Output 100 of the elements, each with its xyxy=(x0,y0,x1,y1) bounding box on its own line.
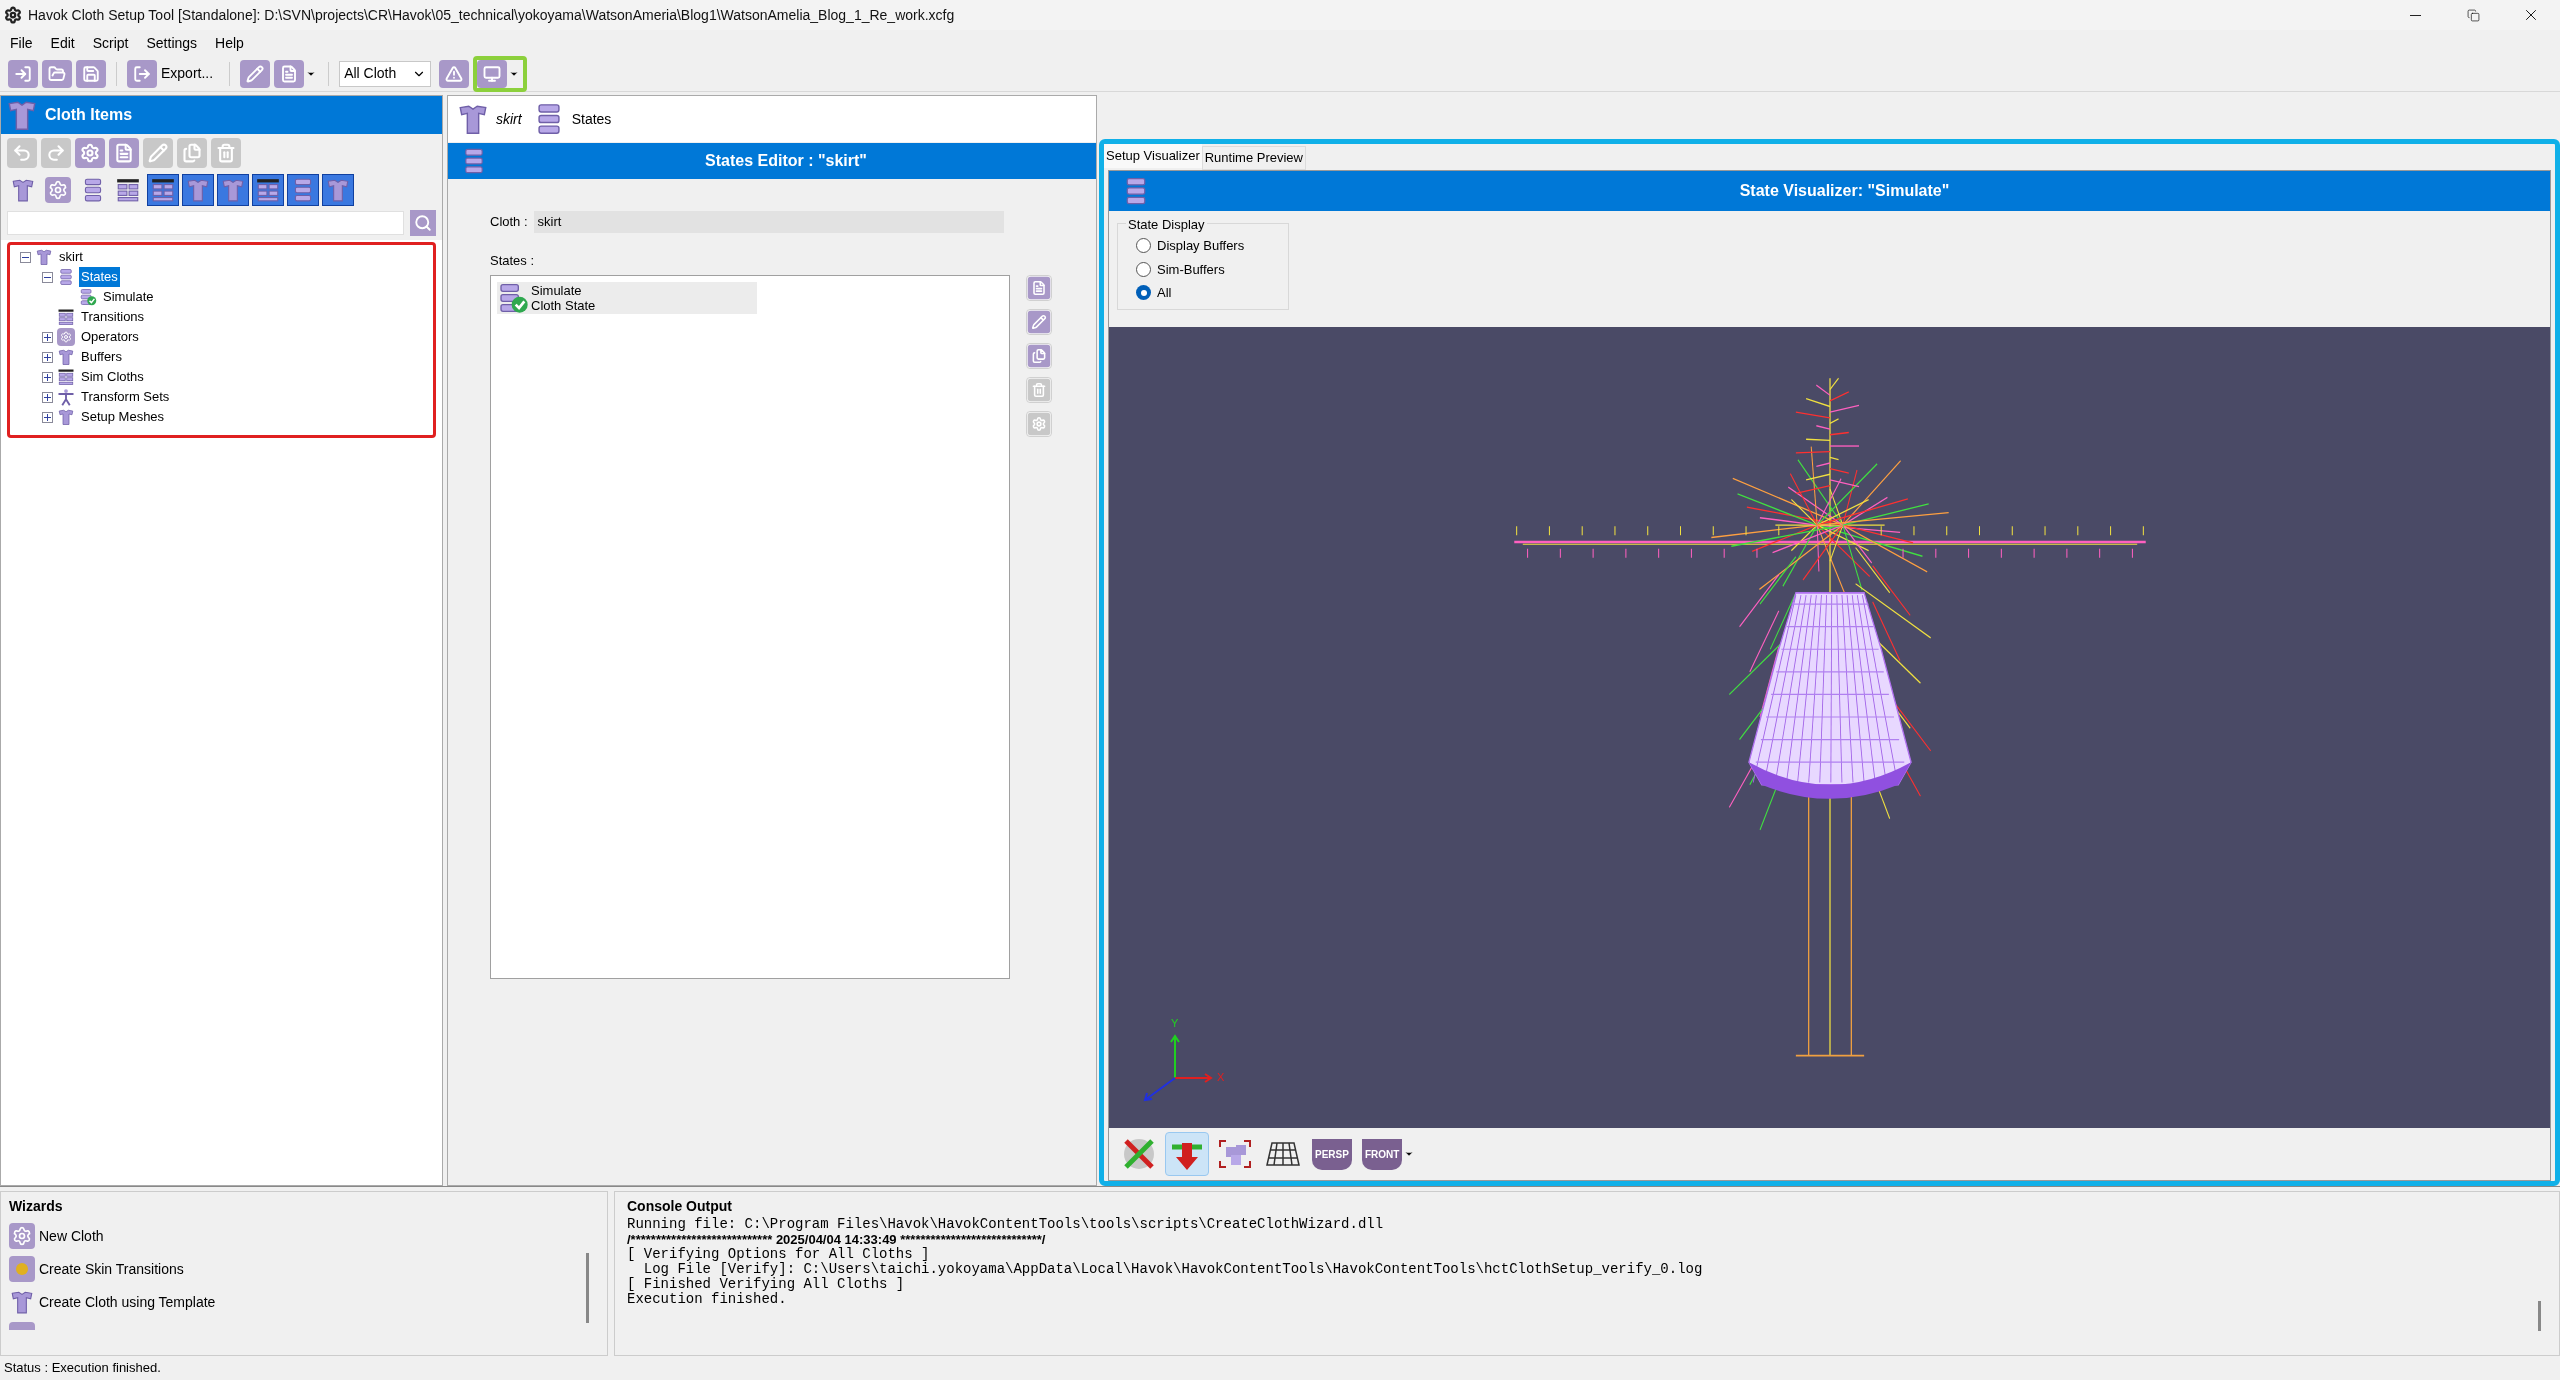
console-line: Log File [Verify]: C:\Users\taichi.yokoyama\AppData\Local\Havok\HavokContentTools\HavokContentTools\hctClothSetup_verify_0.log xyxy=(642,1262,1704,1277)
search-field[interactable] xyxy=(7,211,404,235)
warning-button[interactable] xyxy=(439,59,470,88)
state-check-icon xyxy=(79,288,97,306)
warning-icon xyxy=(445,64,464,83)
radio-label: Sim-Buffers xyxy=(1157,260,1225,279)
tab[interactable]: Runtime Preview xyxy=(1201,146,1306,170)
state-item[interactable]: Simulate Cloth State xyxy=(497,281,757,314)
monitor-icon xyxy=(483,64,502,83)
scrollbar-thumb[interactable] xyxy=(2538,1301,2541,1331)
console-line: /**************************** 2025/04/04 14:33:49 ****************************/ xyxy=(627,1232,1047,1247)
tree-item[interactable]: Transform Sets xyxy=(79,387,172,407)
export-icon xyxy=(133,64,151,83)
console-line: [ Finished Verifying All Cloths ] xyxy=(627,1277,906,1292)
panel-title: States Editor : "skirt" xyxy=(704,151,868,171)
breadcrumb-item[interactable]: States xyxy=(571,108,612,130)
gear-icon xyxy=(1031,416,1047,431)
view-toggle-button[interactable] xyxy=(217,174,249,206)
cloth-label: Cloth : xyxy=(490,213,528,232)
view-toggle-button[interactable] xyxy=(287,174,319,206)
radio-button[interactable] xyxy=(1136,238,1151,254)
section-title: Console Output xyxy=(627,1197,733,1216)
shirt-icon xyxy=(185,177,211,203)
shirt-icon xyxy=(35,248,53,266)
tree-item[interactable]: Operators xyxy=(79,327,141,347)
minimize-icon xyxy=(2409,14,2421,16)
edit-button[interactable] xyxy=(1026,308,1052,335)
view-toggle-button[interactable] xyxy=(252,174,284,206)
trash-icon xyxy=(1031,382,1047,397)
console-line: Execution finished. xyxy=(627,1292,788,1307)
radio-button[interactable] xyxy=(1136,285,1151,301)
open-button[interactable] xyxy=(42,59,72,88)
breadcrumb-item[interactable]: skirt xyxy=(496,108,522,130)
cloth-filter-dropdown[interactable]: All Cloth xyxy=(339,60,432,87)
state-name: Simulate Cloth State xyxy=(531,282,596,313)
search-icon xyxy=(414,214,432,232)
import-button[interactable] xyxy=(8,59,38,88)
view-toggle-button[interactable] xyxy=(182,174,214,206)
scrollbar-thumb[interactable] xyxy=(586,1253,589,1323)
page-icon xyxy=(1031,280,1047,295)
menu-item[interactable]: File xyxy=(8,32,35,54)
page-icon xyxy=(280,64,299,83)
state-check-icon xyxy=(497,281,529,314)
table-icon xyxy=(115,177,141,203)
undo-icon xyxy=(12,143,32,163)
gear-icon xyxy=(80,143,100,163)
gear-icon xyxy=(9,1223,35,1249)
save-button[interactable] xyxy=(76,59,106,88)
shirt-icon xyxy=(10,177,36,203)
axis-label: Y xyxy=(1171,1018,1179,1029)
table-icon xyxy=(57,368,75,386)
stack-icon xyxy=(57,268,75,286)
export-button[interactable]: Export... xyxy=(127,59,220,88)
wizard-item[interactable]: New Cloth xyxy=(9,1223,586,1249)
expand-toggle[interactable] xyxy=(42,371,53,383)
edit-button[interactable] xyxy=(240,59,271,88)
shirt-icon xyxy=(57,348,75,366)
gear-button[interactable] xyxy=(75,138,105,170)
app-icon xyxy=(4,6,22,24)
radio-button[interactable] xyxy=(1136,261,1151,277)
figure-icon xyxy=(57,388,75,406)
tab[interactable]: Setup Visualizer xyxy=(1104,144,1202,168)
tree-item[interactable]: Simulate xyxy=(101,287,156,307)
cloth-field: skirt xyxy=(533,211,1004,233)
collapse-toggle[interactable] xyxy=(20,251,31,263)
tree-item[interactable]: skirt xyxy=(57,247,85,267)
menu-item[interactable]: Script xyxy=(90,32,131,54)
expand-toggle[interactable] xyxy=(42,331,53,343)
expand-toggle[interactable] xyxy=(42,411,53,423)
states-label: States : xyxy=(490,252,536,270)
menu-item[interactable]: Edit xyxy=(48,32,77,54)
collapse-toggle[interactable] xyxy=(42,271,53,283)
move-view-button[interactable] xyxy=(1165,1132,1209,1176)
gear-icon xyxy=(45,177,71,203)
edit-icon xyxy=(246,64,265,83)
tree-item[interactable]: Buffers xyxy=(79,347,124,367)
expand-toggle[interactable] xyxy=(42,351,53,363)
wizard-item[interactable]: Create Cloth using Template xyxy=(9,1289,586,1315)
redo-icon xyxy=(46,143,66,163)
panel-title: Cloth Items xyxy=(45,105,133,125)
page-button[interactable] xyxy=(1026,274,1052,301)
copy-icon xyxy=(182,143,202,163)
wizard-item[interactable]: Create Skin Transitions xyxy=(9,1256,586,1282)
view-toggle-button[interactable] xyxy=(322,174,354,206)
view-toggle-button[interactable] xyxy=(147,174,179,206)
console-line: [ Verifying Options for All Cloths ] xyxy=(627,1247,931,1262)
tree-item[interactable]: Sim Cloths xyxy=(79,367,146,387)
search-button[interactable] xyxy=(410,210,436,236)
tree-item[interactable]: Setup Meshes xyxy=(79,407,167,427)
shirt-icon xyxy=(57,408,75,426)
page-icon xyxy=(114,143,134,163)
axis-label: X xyxy=(1217,1072,1225,1083)
copy-button[interactable] xyxy=(1026,342,1052,369)
expand-toggle[interactable] xyxy=(42,391,53,403)
tree-item[interactable]: Transitions xyxy=(79,307,147,327)
menu-item[interactable]: Help xyxy=(213,32,246,54)
save-icon xyxy=(82,64,100,83)
window-title: Havok Cloth Setup Tool [Standalone]: D:\SVN\projects\CR\Havok\05_technical\yokoyama\WatsonAmeria\Blog1\WatsonAmelia_Blog_1_Re_work.xcfg xyxy=(28,5,955,25)
menu-item[interactable]: Settings xyxy=(144,32,200,54)
tree-item[interactable]: States xyxy=(79,267,120,287)
